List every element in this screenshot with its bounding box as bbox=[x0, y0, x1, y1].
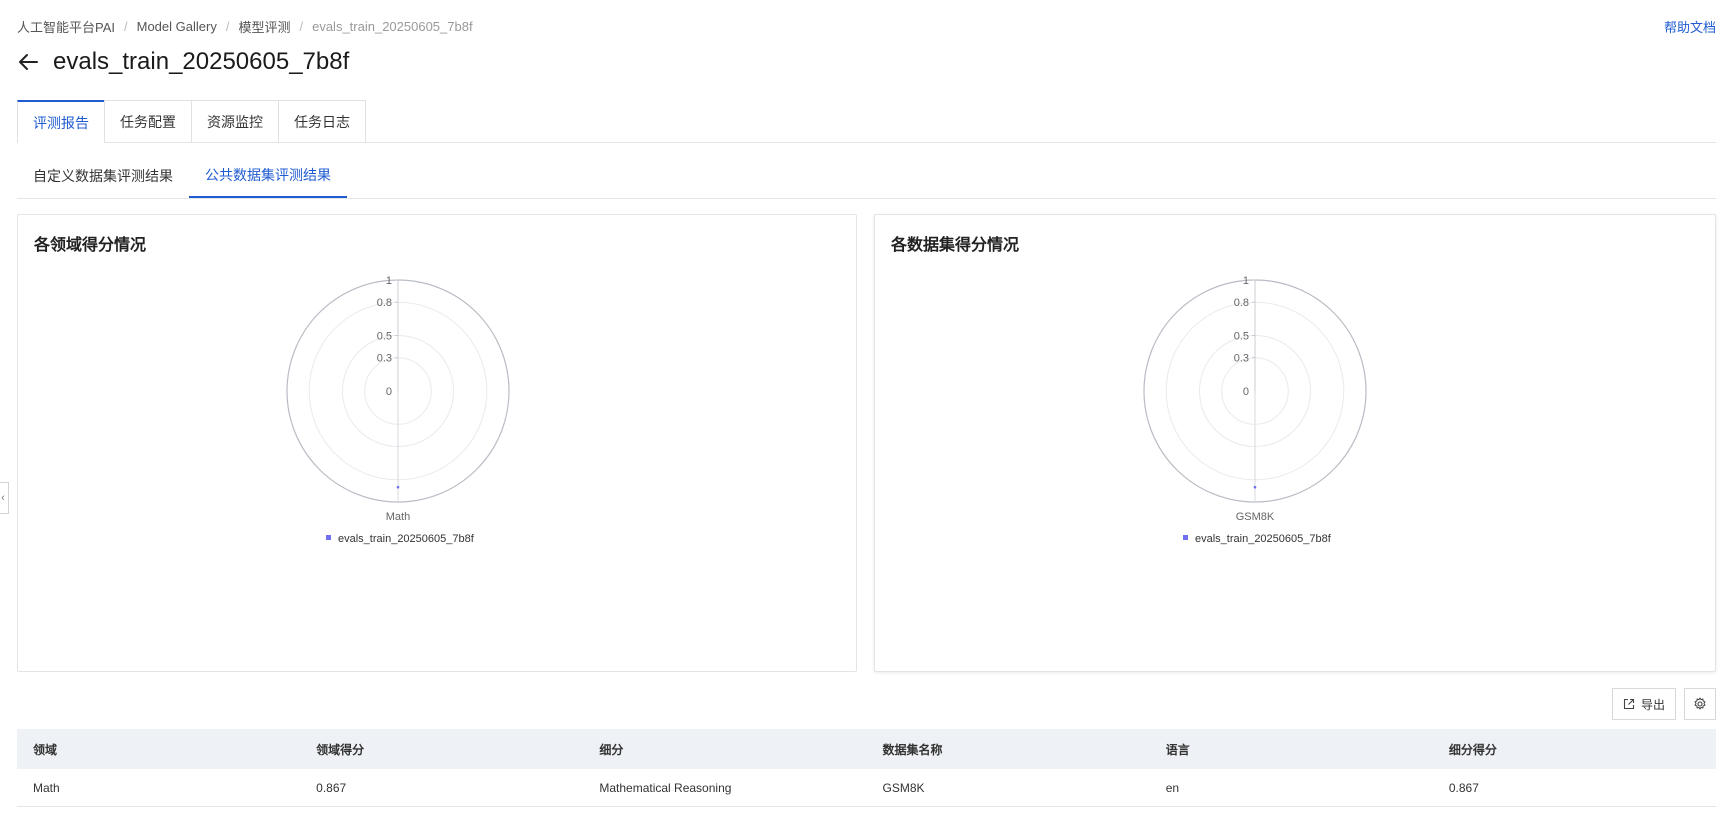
radar-tick-label: 1 bbox=[1243, 275, 1249, 287]
export-icon bbox=[1623, 698, 1635, 710]
radar-category-label: Math bbox=[386, 511, 410, 523]
radar-tick-label: 0.5 bbox=[1234, 331, 1249, 343]
domain-radar-chart: Math 0 0.3 0.5 0.8 1 evals_train_20250605_7b8f bbox=[286, 275, 510, 545]
radar-tick-label: 0 bbox=[386, 386, 392, 398]
tab-eval-report[interactable]: 评测报告 bbox=[17, 100, 105, 143]
table-cell: 0.867 bbox=[316, 780, 347, 795]
collapse-handle[interactable]: ‹ bbox=[0, 482, 9, 514]
header-cell: 数据集名称 bbox=[882, 742, 943, 757]
breadcrumb-item-model-gallery[interactable]: Model Gallery bbox=[137, 19, 217, 34]
radar-tick-label: 1 bbox=[386, 275, 392, 287]
help-docs-link[interactable]: 帮助文档 bbox=[1664, 17, 1716, 36]
legend-swatch bbox=[1183, 535, 1188, 540]
export-label: 导出 bbox=[1640, 697, 1665, 712]
gear-icon bbox=[1694, 697, 1706, 710]
header-cell: 细分 bbox=[599, 742, 624, 757]
header-cell: 领域 bbox=[33, 742, 58, 757]
header-cell: 语言 bbox=[1165, 742, 1190, 757]
table-cell: en bbox=[1165, 780, 1180, 795]
domain-score-card: 各领域得分情况 Math 0 0.3 0.5 0.8 1 evals_train_20250… bbox=[17, 214, 857, 672]
breadcrumb: 人工智能平台PAI / Model Gallery / 模型评测 / evals… bbox=[17, 17, 473, 36]
legend-label: evals_train_20250605_7b8f bbox=[1195, 533, 1332, 545]
tab-task-log[interactable]: 任务日志 bbox=[278, 100, 366, 142]
back-arrow-icon[interactable] bbox=[17, 51, 39, 73]
subtab-public-dataset[interactable]: 公共数据集评测结果 bbox=[189, 154, 347, 198]
radar-tick-label: 0 bbox=[1243, 386, 1249, 398]
radar-data-point bbox=[1253, 485, 1257, 489]
table-cell: 0.867 bbox=[1448, 780, 1479, 795]
radar-data-point bbox=[396, 485, 400, 489]
tab-resource-monitor[interactable]: 资源监控 bbox=[191, 100, 279, 142]
radar-tick-label: 0.3 bbox=[1234, 353, 1249, 365]
legend-label: evals_train_20250605_7b8f bbox=[338, 533, 475, 545]
radar-tick-label: 0.8 bbox=[377, 297, 392, 309]
table-row: Math 0.867 Mathematical Reasoning GSM8K … bbox=[17, 769, 1716, 807]
sub-tabs: 自定义数据集评测结果 公共数据集评测结果 bbox=[17, 154, 1716, 199]
table-settings-button[interactable] bbox=[1684, 688, 1716, 720]
subtab-custom-dataset[interactable]: 自定义数据集评测结果 bbox=[17, 154, 189, 198]
title-row: evals_train_20250605_7b8f bbox=[17, 48, 349, 76]
breadcrumb-item-model-eval[interactable]: 模型评测 bbox=[238, 17, 290, 36]
breadcrumb-separator: / bbox=[299, 19, 304, 34]
breadcrumb-separator: / bbox=[124, 19, 128, 34]
radar-tick-label: 0.5 bbox=[377, 331, 392, 343]
table-cell: GSM8K bbox=[882, 780, 925, 795]
chevron-left-icon: ‹ bbox=[1, 492, 5, 504]
radar-tick-label: 0.3 bbox=[377, 353, 392, 365]
table-cell: Math bbox=[33, 780, 60, 795]
header-cell: 领域得分 bbox=[316, 742, 365, 757]
dataset-radar-chart: GSM8K 0 0.3 0.5 0.8 1 evals_train_20250605_7b8… bbox=[1143, 275, 1367, 545]
breadcrumb-item-pai[interactable]: 人工智能平台PAI bbox=[17, 17, 115, 36]
table-toolbar: 导出 bbox=[1611, 688, 1716, 720]
header-cell: 细分得分 bbox=[1448, 742, 1497, 757]
radar-tick-label: 0.8 bbox=[1234, 297, 1249, 309]
legend-swatch bbox=[326, 535, 331, 540]
radar-category-label: GSM8K bbox=[1236, 511, 1275, 523]
table-cell: Mathematical Reasoning bbox=[599, 780, 732, 795]
main-tabs: 评测报告 任务配置 资源监控 任务日志 bbox=[17, 100, 1716, 143]
breadcrumb-item-current: evals_train_20250605_7b8f bbox=[312, 19, 473, 34]
tab-task-config[interactable]: 任务配置 bbox=[104, 100, 192, 142]
breadcrumb-separator: / bbox=[225, 19, 230, 34]
export-button[interactable]: 导出 bbox=[1611, 688, 1676, 720]
page-title: evals_train_20250605_7b8f bbox=[53, 48, 350, 75]
dataset-score-card: 各数据集得分情况 GSM8K 0 0.3 0.5 0.8 1 evals_train_202… bbox=[874, 214, 1716, 672]
table-header: 领域 领域得分 细分 数据集名称 语言 细分得分 bbox=[17, 729, 1716, 769]
results-table: 领域 领域得分 细分 数据集名称 语言 细分得分 Math 0.867 Math… bbox=[17, 729, 1716, 807]
